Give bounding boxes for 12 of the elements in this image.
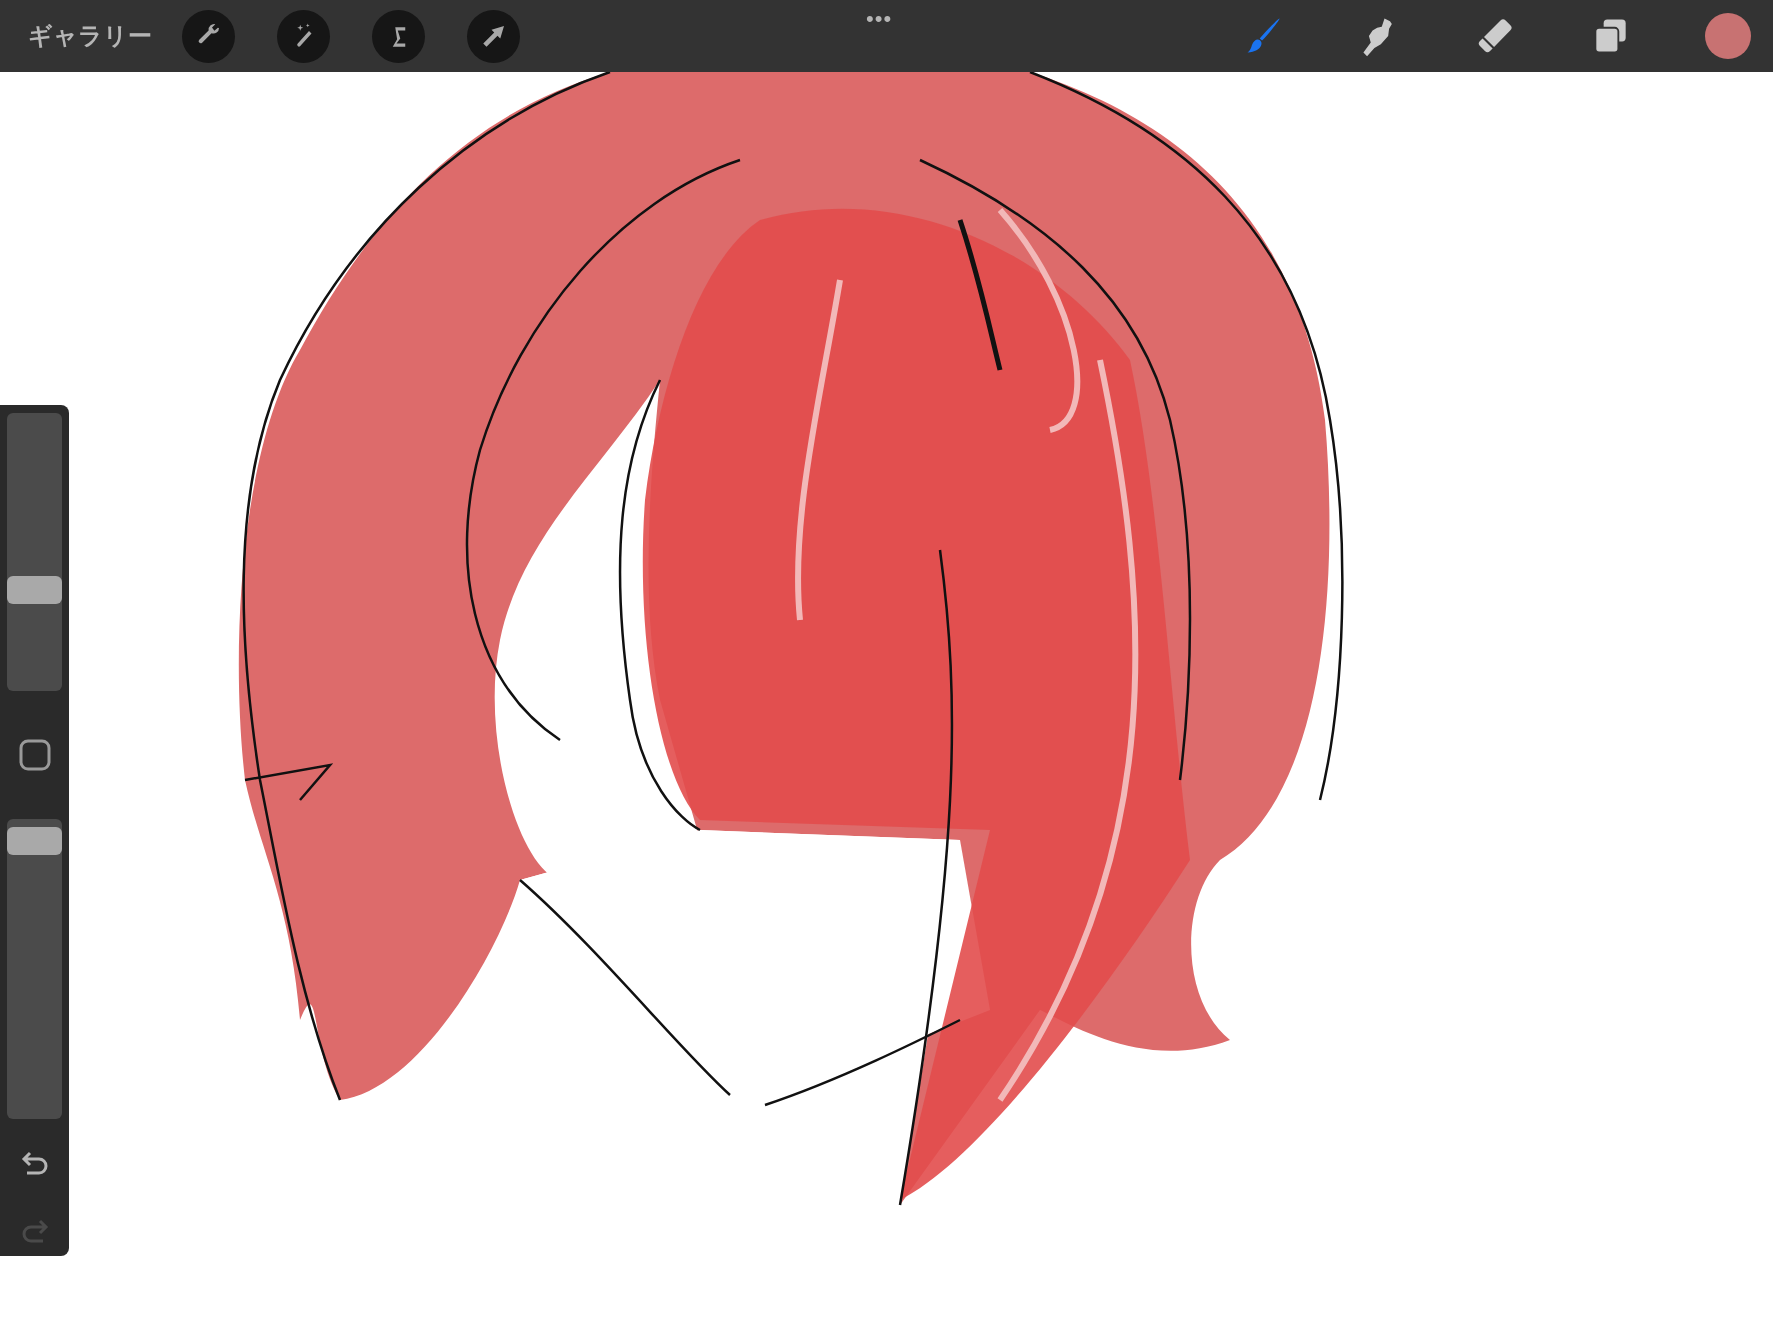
slider-thumb[interactable] bbox=[7, 827, 62, 856]
slider-track[interactable] bbox=[7, 819, 62, 1119]
tool-button[interactable] bbox=[182, 9, 235, 63]
tool-button[interactable] bbox=[372, 9, 425, 63]
slider-thumb[interactable] bbox=[7, 575, 62, 604]
gallery-link[interactable]: ギャラリー bbox=[28, 18, 152, 54]
color-swatch[interactable] bbox=[1705, 13, 1751, 59]
more-menu[interactable]: ••• bbox=[866, 2, 893, 35]
square-icon[interactable] bbox=[18, 739, 51, 771]
tool-button[interactable] bbox=[467, 9, 520, 63]
tool-button[interactable] bbox=[277, 9, 330, 63]
slider-track[interactable] bbox=[7, 413, 62, 691]
